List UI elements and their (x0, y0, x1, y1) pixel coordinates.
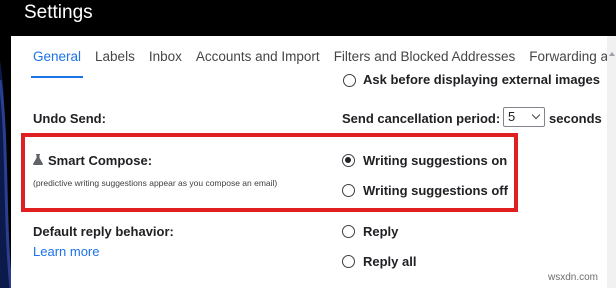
chevron-down-icon (531, 110, 541, 120)
undo-send-title: Undo Send: (33, 111, 106, 126)
page-title: Settings (24, 2, 93, 23)
tab-general[interactable]: General (26, 36, 88, 78)
writing-suggestions-off-radio[interactable] (342, 184, 355, 197)
learn-more-link[interactable]: Learn more (33, 244, 99, 259)
ask-before-images-radio[interactable] (343, 74, 356, 87)
active-tab-indicator (31, 76, 83, 78)
writing-suggestions-on-label[interactable]: Writing suggestions on (363, 153, 507, 168)
writing-suggestions-off-label[interactable]: Writing suggestions off (363, 183, 508, 198)
watermark: wsxdn.com (548, 272, 599, 283)
writing-suggestions-on-radio[interactable] (342, 154, 355, 167)
highlight-box (21, 133, 518, 212)
send-cancellation-label: Send cancellation period: (342, 111, 501, 126)
cancellation-period-value: 5 (508, 109, 516, 124)
default-reply-title: Default reply behavior: (33, 224, 174, 239)
reply-label[interactable]: Reply (363, 224, 398, 239)
reply-all-radio[interactable] (342, 255, 355, 268)
tab-accounts-and-import[interactable]: Accounts and Import (189, 36, 327, 78)
scroll-up-icon[interactable] (609, 52, 615, 56)
smart-compose-hint: (predictive writing suggestions appear a… (33, 178, 278, 188)
tab-inbox[interactable]: Inbox (142, 36, 189, 78)
reply-all-label[interactable]: Reply all (363, 254, 416, 269)
seconds-label: seconds (549, 111, 602, 126)
ask-before-images-label: Ask before displaying external images (363, 72, 600, 87)
tab-labels[interactable]: Labels (88, 36, 142, 78)
scrollbar[interactable] (607, 36, 616, 288)
smart-compose-title: Smart Compose: (48, 153, 153, 168)
cancellation-period-select[interactable]: 5 (503, 107, 545, 127)
reply-radio[interactable] (342, 225, 355, 238)
settings-panel: General Labels Inbox Accounts and Import… (11, 36, 616, 288)
flask-icon (33, 154, 43, 165)
